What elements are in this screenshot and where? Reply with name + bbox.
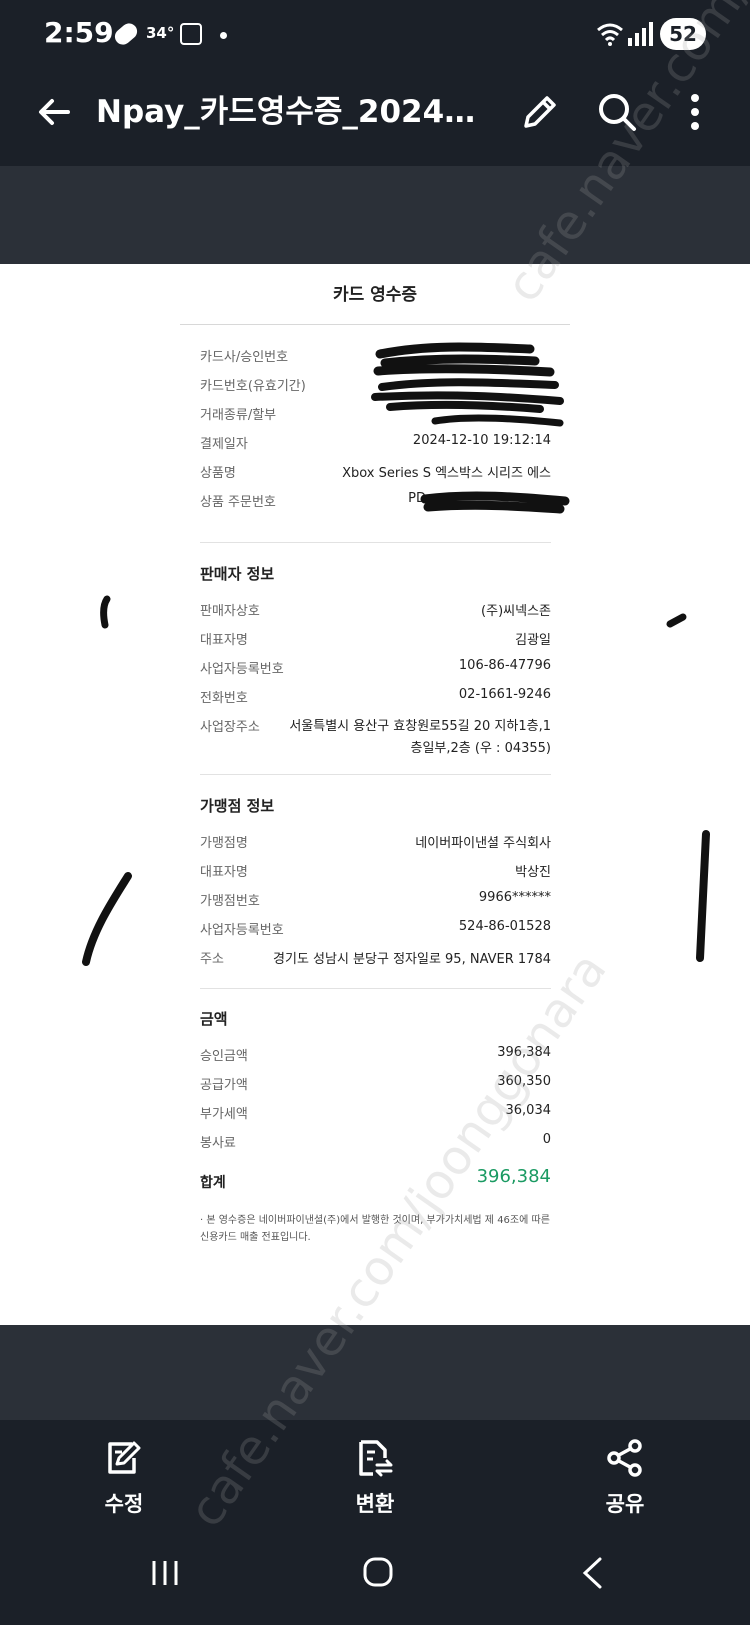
wifi-icon xyxy=(597,23,623,46)
row-value: 106-86-47796 xyxy=(458,658,551,673)
share-button[interactable]: 공유 xyxy=(565,1438,685,1518)
receipt-title: 카드 영수증 xyxy=(332,285,418,305)
row-value: 서울특별시 용산구 효창원로55길 20 지하1층,1층일부,2층 (우 : 0… xyxy=(289,719,551,756)
amount-row-approved: 승인금액 396,384 xyxy=(200,1045,551,1067)
row-label: 사업자등록번호 xyxy=(200,923,284,938)
temperature: 34° xyxy=(146,24,175,42)
home-icon[interactable] xyxy=(362,1556,394,1588)
status-bar: 2:59 34° 52 xyxy=(0,0,750,70)
row-value: 36,034 xyxy=(505,1103,552,1118)
row-label: 카드번호(유효기간) xyxy=(200,379,306,394)
row-label: 상품 주문번호 xyxy=(200,495,276,510)
total-row: 합계 396,384 xyxy=(200,1166,551,1196)
pen-mark xyxy=(100,595,111,629)
row-label: 봉사료 xyxy=(200,1136,236,1151)
section-divider xyxy=(200,542,551,543)
amount-section-title: 금액 xyxy=(200,1010,228,1028)
row-label: 승인금액 xyxy=(200,1049,248,1064)
merchant-section-title: 가맹점 정보 xyxy=(200,797,275,815)
row-label: 카드사/승인번호 xyxy=(200,350,289,365)
row-label: 사업장주소 xyxy=(200,720,260,735)
row-value: 02-1661-9246 xyxy=(458,687,551,702)
receipt-page: 카드 영수증 카드사/승인번호 카드번호(유효기간) 거래종류/할부 결제일자 … xyxy=(0,264,750,1325)
amount-row-service-fee: 봉사료 0 xyxy=(200,1132,551,1154)
seller-row-phone: 전화번호 02-1661-9246 xyxy=(200,687,551,709)
edit-label: 수정 xyxy=(104,1492,144,1516)
row-value: 0 xyxy=(542,1132,551,1147)
viewer-background-top xyxy=(0,166,750,264)
seller-row-business-number: 사업자등록번호 106-86-47796 xyxy=(200,658,551,680)
status-time: 2:59 xyxy=(44,16,114,49)
pen-mark xyxy=(666,613,687,628)
amount-row-vat: 부가세액 36,034 xyxy=(200,1103,551,1125)
row-value: (주)씨넥스존 xyxy=(481,604,551,619)
row-label: 거래종류/할부 xyxy=(200,408,277,423)
nav-back-icon[interactable] xyxy=(580,1556,604,1590)
bottom-action-bar: 수정 변환 공유 xyxy=(0,1420,750,1625)
section-divider xyxy=(200,988,551,989)
seller-row-address: 사업장주소 서울특별시 용산구 효창원로55길 20 지하1층,1층일부,2층 … xyxy=(200,716,551,762)
row-value: 박상진 xyxy=(515,865,551,880)
signal-icon xyxy=(628,22,653,46)
title-divider xyxy=(180,324,570,325)
merchant-row-name: 가맹점명 네이버파이낸셜 주식회사 xyxy=(200,832,551,854)
battery-badge: 52 xyxy=(660,18,706,50)
edit-doc-icon xyxy=(108,1441,141,1474)
row-value: 9966****** xyxy=(478,890,551,905)
merchant-row-number: 가맹점번호 9966****** xyxy=(200,890,551,912)
row-label: 주소 xyxy=(200,952,224,967)
total-label: 합계 xyxy=(200,1175,226,1191)
viewer-background-bottom xyxy=(0,1325,750,1420)
row-label: 가맹점명 xyxy=(200,836,248,851)
merchant-row-address: 주소 경기도 성남시 분당구 정자일로 95, NAVER 1784 xyxy=(200,948,551,970)
total-value: 396,384 xyxy=(476,1166,551,1187)
document-title: Npay_카드영수증_202412... xyxy=(96,94,476,130)
row-value: 360,350 xyxy=(497,1074,551,1089)
photo-icon xyxy=(180,23,202,45)
notification-dot-icon xyxy=(220,32,227,39)
recent-apps-icon[interactable] xyxy=(150,1558,180,1588)
row-label: 판매자상호 xyxy=(200,604,260,619)
seller-section-title: 판매자 정보 xyxy=(200,565,275,583)
row-label: 상품명 xyxy=(200,466,236,481)
pencil-icon[interactable] xyxy=(518,90,562,134)
convert-label: 변환 xyxy=(355,1492,395,1516)
row-label: 사업자등록번호 xyxy=(200,662,284,677)
seller-row-name: 판매자상호 (주)씨넥스존 xyxy=(200,600,551,622)
convert-button[interactable]: 변환 xyxy=(315,1438,435,1518)
pen-mark xyxy=(82,872,132,966)
pill-icon xyxy=(111,20,141,48)
row-value: 네이버파이낸셜 주식회사 xyxy=(415,836,551,851)
row-label: 대표자명 xyxy=(200,865,248,880)
row-label: 공급가액 xyxy=(200,1078,248,1093)
app-bar: Npay_카드영수증_202412... xyxy=(0,70,750,166)
row-label: 전화번호 xyxy=(200,691,248,706)
section-divider xyxy=(200,774,551,775)
more-vertical-icon[interactable] xyxy=(680,90,710,134)
row-label: 대표자명 xyxy=(200,633,248,648)
row-value: 524-86-01528 xyxy=(458,919,551,934)
redaction-scribble xyxy=(420,491,570,514)
amount-row-supply: 공급가액 360,350 xyxy=(200,1074,551,1096)
receipt-footnote: · 본 영수증은 네이버파이낸셜(주)에서 발행한 것이며, 부가가치세법 제 … xyxy=(200,1215,550,1243)
share-label: 공유 xyxy=(605,1492,645,1516)
edit-button[interactable]: 수정 xyxy=(64,1438,184,1518)
merchant-row-ceo: 대표자명 박상진 xyxy=(200,861,551,883)
search-icon[interactable] xyxy=(595,90,639,134)
back-arrow-icon[interactable] xyxy=(34,92,74,132)
convert-doc-icon xyxy=(359,1440,393,1477)
pen-mark xyxy=(696,830,710,962)
row-value: 경기도 성남시 분당구 정자일로 95, NAVER 1784 xyxy=(273,952,551,967)
row-label: 부가세액 xyxy=(200,1107,248,1122)
row-label: 결제일자 xyxy=(200,437,248,452)
merchant-row-business-number: 사업자등록번호 524-86-01528 xyxy=(200,919,551,941)
row-value: 396,384 xyxy=(497,1045,551,1060)
row-label: 가맹점번호 xyxy=(200,894,260,909)
seller-row-ceo: 대표자명 김광일 xyxy=(200,629,551,651)
share-icon xyxy=(607,1439,642,1477)
row-value: 김광일 xyxy=(515,633,551,648)
